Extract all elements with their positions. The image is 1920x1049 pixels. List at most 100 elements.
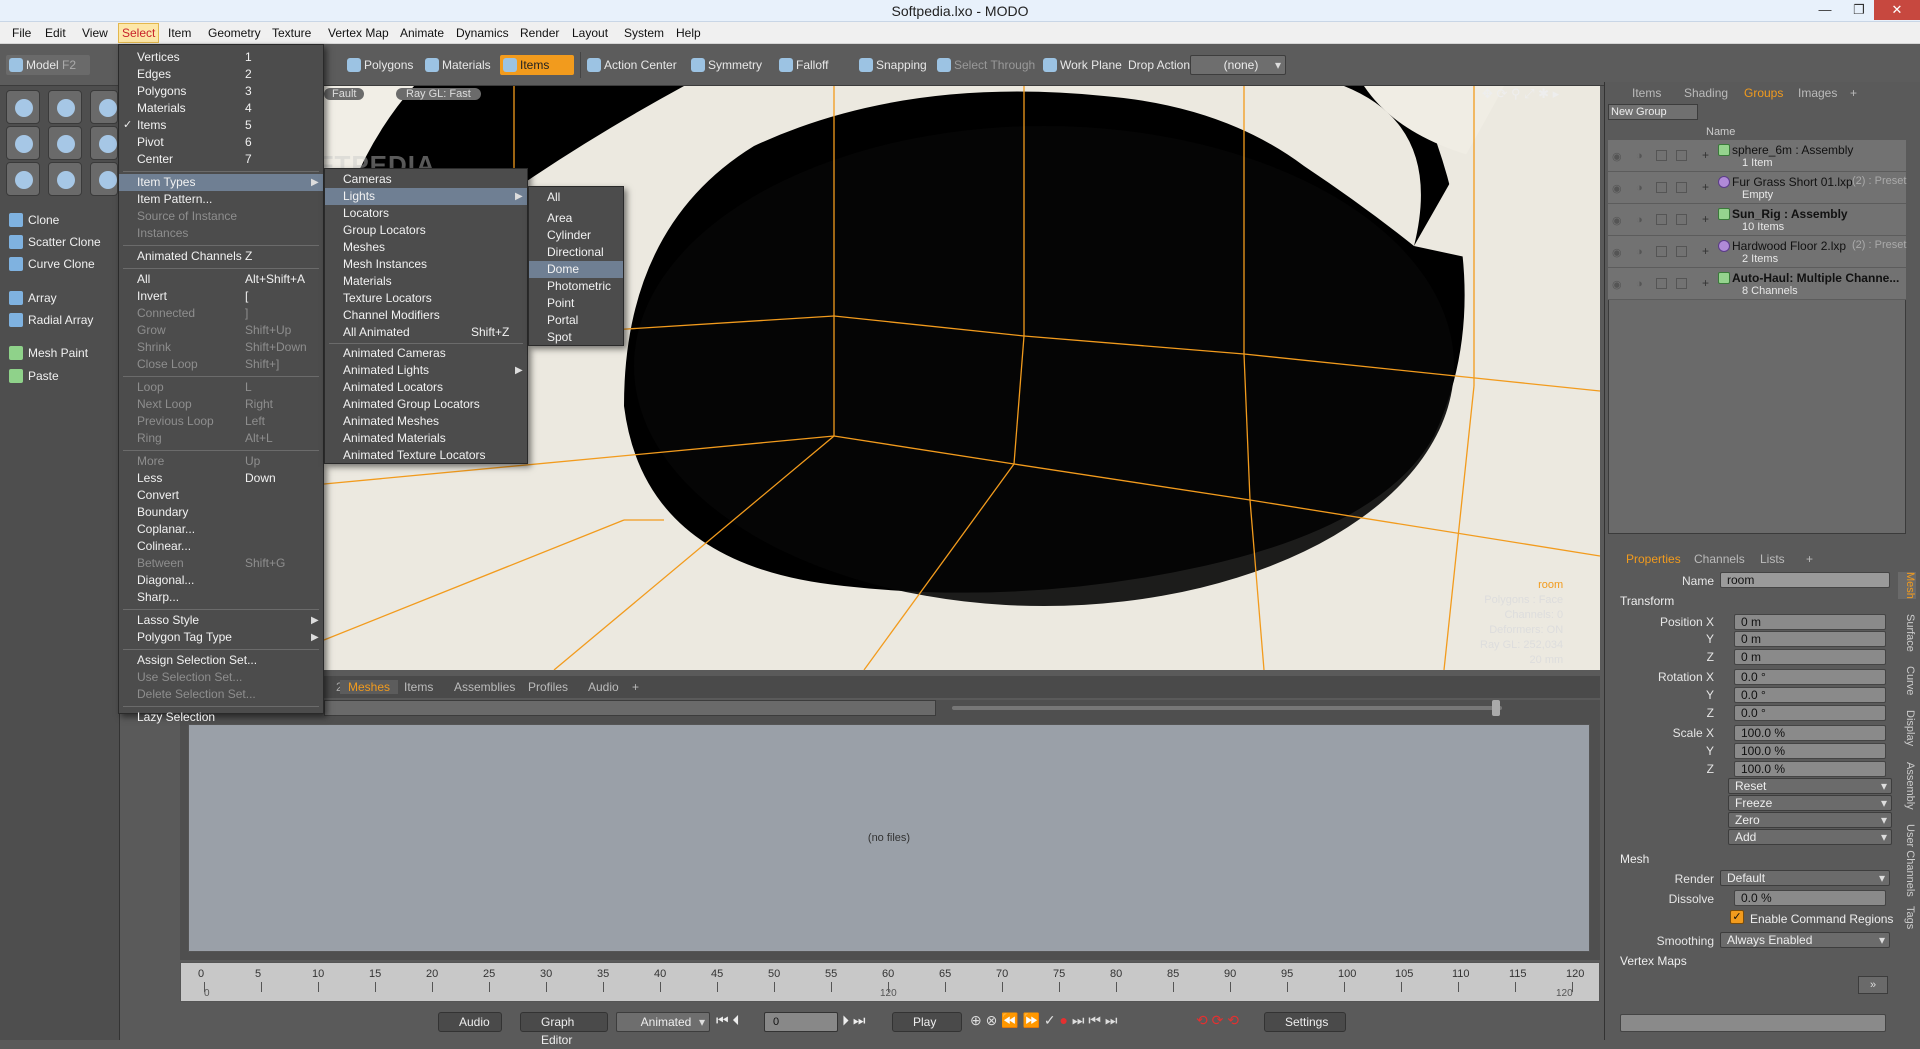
eye-icon[interactable]: ◉ <box>1612 182 1622 195</box>
select-menu-item[interactable]: Shrink Shift+Down <box>119 339 323 356</box>
skip-end-icon[interactable]: ⏵ ⏭ <box>842 1012 866 1029</box>
animated-select[interactable]: Animated <box>616 1012 710 1032</box>
eye-icon[interactable]: ◉ <box>1612 150 1622 163</box>
select-menu-item[interactable]: Instances <box>119 225 323 242</box>
slider-handle[interactable] <box>1492 700 1500 716</box>
record-icons[interactable]: ⟲ ⟳ ⟲ <box>1196 1012 1239 1029</box>
mesh-section[interactable]: Mesh <box>1620 852 1649 866</box>
select-menu-item[interactable]: Coplanar... <box>119 521 323 538</box>
path-dropdown[interactable] <box>324 700 936 716</box>
polygons-button[interactable]: Polygons <box>344 55 413 75</box>
lock-icon[interactable]: ◑ <box>1636 278 1643 290</box>
select-menu-item[interactable]: Assign Selection Set... <box>119 652 323 669</box>
snapping-button[interactable]: Snapping <box>856 55 927 75</box>
toggle-box[interactable] <box>1656 278 1667 289</box>
select-menu-item[interactable]: Diagonal... <box>119 572 323 589</box>
item-types-menu-item[interactable]: Animated Group Locators <box>325 396 527 413</box>
item-types-menu-item[interactable]: Lights ▶ <box>325 188 527 205</box>
vtab-assembly[interactable]: Assembly <box>1898 762 1916 810</box>
graph-editor-button[interactable]: Graph Editor <box>520 1012 608 1047</box>
select-menu-item[interactable]: Previous Loop Left <box>119 413 323 430</box>
play-button[interactable]: Play <box>892 1012 962 1032</box>
menu-item[interactable]: Item <box>168 26 191 40</box>
expand-icon[interactable]: + <box>1702 244 1709 258</box>
zero-button[interactable]: Zero <box>1728 812 1892 828</box>
select-menu-item[interactable]: Colinear... <box>119 538 323 555</box>
add-button[interactable]: Add <box>1728 829 1892 845</box>
select-menu-item[interactable]: Sharp... <box>119 589 323 606</box>
select-through-button[interactable]: Select Through <box>934 55 1035 75</box>
menu-texture[interactable]: Texture <box>272 26 311 40</box>
smoothing-select[interactable]: Always Enabled <box>1720 932 1890 948</box>
item-types-menu-item[interactable]: Channel Modifiers <box>325 307 527 324</box>
transform-section[interactable]: Transform <box>1620 594 1674 608</box>
select-menu-item[interactable]: Source of Instance <box>119 208 323 225</box>
menu-edit[interactable]: Edit <box>45 26 66 40</box>
skip-start-icon[interactable]: ⏮ ⏴ <box>716 1012 740 1029</box>
menu-vertex-map[interactable]: Vertex Map <box>328 26 389 40</box>
maximize-button[interactable]: ❐ <box>1842 0 1876 20</box>
paste-button[interactable]: Paste <box>6 366 118 386</box>
keyframe-icons[interactable]: ⊕ ⊗ ⏪ ⏩ ✓ ● ⏭ ⏮ ⏭ <box>970 1012 1117 1029</box>
item-types-menu-item[interactable]: Materials <box>325 273 527 290</box>
toggle-box[interactable] <box>1676 150 1687 161</box>
select-menu-item[interactable]: Use Selection Set... <box>119 669 323 686</box>
materials-button[interactable]: Materials <box>422 55 491 75</box>
item-types-menu-item[interactable]: Animated Materials <box>325 430 527 447</box>
toggle-box[interactable] <box>1676 246 1687 257</box>
select-menu-item[interactable]: Grow Shift+Up <box>119 322 323 339</box>
select-menu-item[interactable]: Connected] <box>119 305 323 322</box>
tab-items-list[interactable]: Items <box>1632 86 1661 100</box>
expand-icon[interactable]: + <box>1702 276 1709 290</box>
lights-menu-item[interactable]: Portal <box>529 312 623 329</box>
item-types-menu-item[interactable]: Animated Cameras <box>325 345 527 362</box>
select-menu-item[interactable]: Boundary <box>119 504 323 521</box>
tab-properties[interactable]: Properties <box>1626 552 1681 566</box>
menu-view[interactable]: View <box>82 26 108 40</box>
menu-system[interactable]: System <box>624 26 664 40</box>
lock-icon[interactable]: ◑ <box>1636 182 1643 194</box>
bend-tool[interactable] <box>48 126 82 160</box>
select-menu-item[interactable]: Invert [ <box>119 288 323 305</box>
toggle-box[interactable] <box>1656 150 1667 161</box>
vtab-curve[interactable]: Curve <box>1898 666 1916 695</box>
scale-y-field[interactable]: 100.0 % <box>1734 743 1886 759</box>
select-menu-item[interactable]: Close Loop Shift+] <box>119 356 323 373</box>
render-select[interactable]: Default <box>1720 870 1890 886</box>
tab-audio[interactable]: Audio <box>588 680 619 694</box>
rotation-z-field[interactable]: 0.0 ° <box>1734 705 1886 721</box>
expand-icon[interactable]: + <box>1702 148 1709 162</box>
rotate-tool[interactable] <box>90 162 118 196</box>
drop-action-select[interactable]: (none) <box>1190 55 1286 75</box>
menu-animate[interactable]: Animate <box>400 26 444 40</box>
new-group-button[interactable]: New Group <box>1608 104 1698 120</box>
mesh-paint-button[interactable]: Mesh Paint <box>6 343 118 363</box>
toggle-box[interactable] <box>1676 182 1687 193</box>
tab-meshes[interactable]: Meshes <box>340 680 399 694</box>
item-types-menu-item[interactable]: Texture Locators <box>325 290 527 307</box>
select-menu-item[interactable]: Convert <box>119 487 323 504</box>
freeze-button[interactable]: Freeze <box>1728 795 1892 811</box>
eye-icon[interactable]: ◉ <box>1612 278 1622 291</box>
curve-clone-button[interactable]: Curve Clone <box>6 254 118 274</box>
toggle-box[interactable] <box>1656 214 1667 225</box>
item-types-menu-item[interactable]: Animated Locators <box>325 379 527 396</box>
select-menu-item[interactable]: All Alt+Shift+A <box>119 271 323 288</box>
eye-icon[interactable]: ◉ <box>1612 246 1622 259</box>
item-types-menu-item[interactable]: Animated Meshes <box>325 413 527 430</box>
scale-x-field[interactable]: 100.0 % <box>1734 725 1886 741</box>
command-regions-checkbox[interactable]: ✓ <box>1730 910 1744 924</box>
lock-icon[interactable]: ◑ <box>1636 150 1643 162</box>
select-menu-item[interactable]: Delete Selection Set... <box>119 686 323 703</box>
scatter-clone-button[interactable]: Scatter Clone <box>6 232 118 252</box>
item-types-menu-item[interactable]: Cameras <box>325 171 527 188</box>
menu-select[interactable]: Select <box>118 23 160 43</box>
thumb-size-slider[interactable] <box>952 706 1502 710</box>
expand-icon[interactable]: + <box>1702 212 1709 226</box>
item-types-menu-item[interactable]: Animated Lights ▶ <box>325 362 527 379</box>
menu-help[interactable]: Help <box>676 26 701 40</box>
tab-shading[interactable]: Shading <box>1684 86 1728 100</box>
toggle-box[interactable] <box>1656 182 1667 193</box>
menu-render[interactable]: Render <box>520 26 559 40</box>
eye-icon[interactable]: ◉ <box>1612 214 1622 227</box>
